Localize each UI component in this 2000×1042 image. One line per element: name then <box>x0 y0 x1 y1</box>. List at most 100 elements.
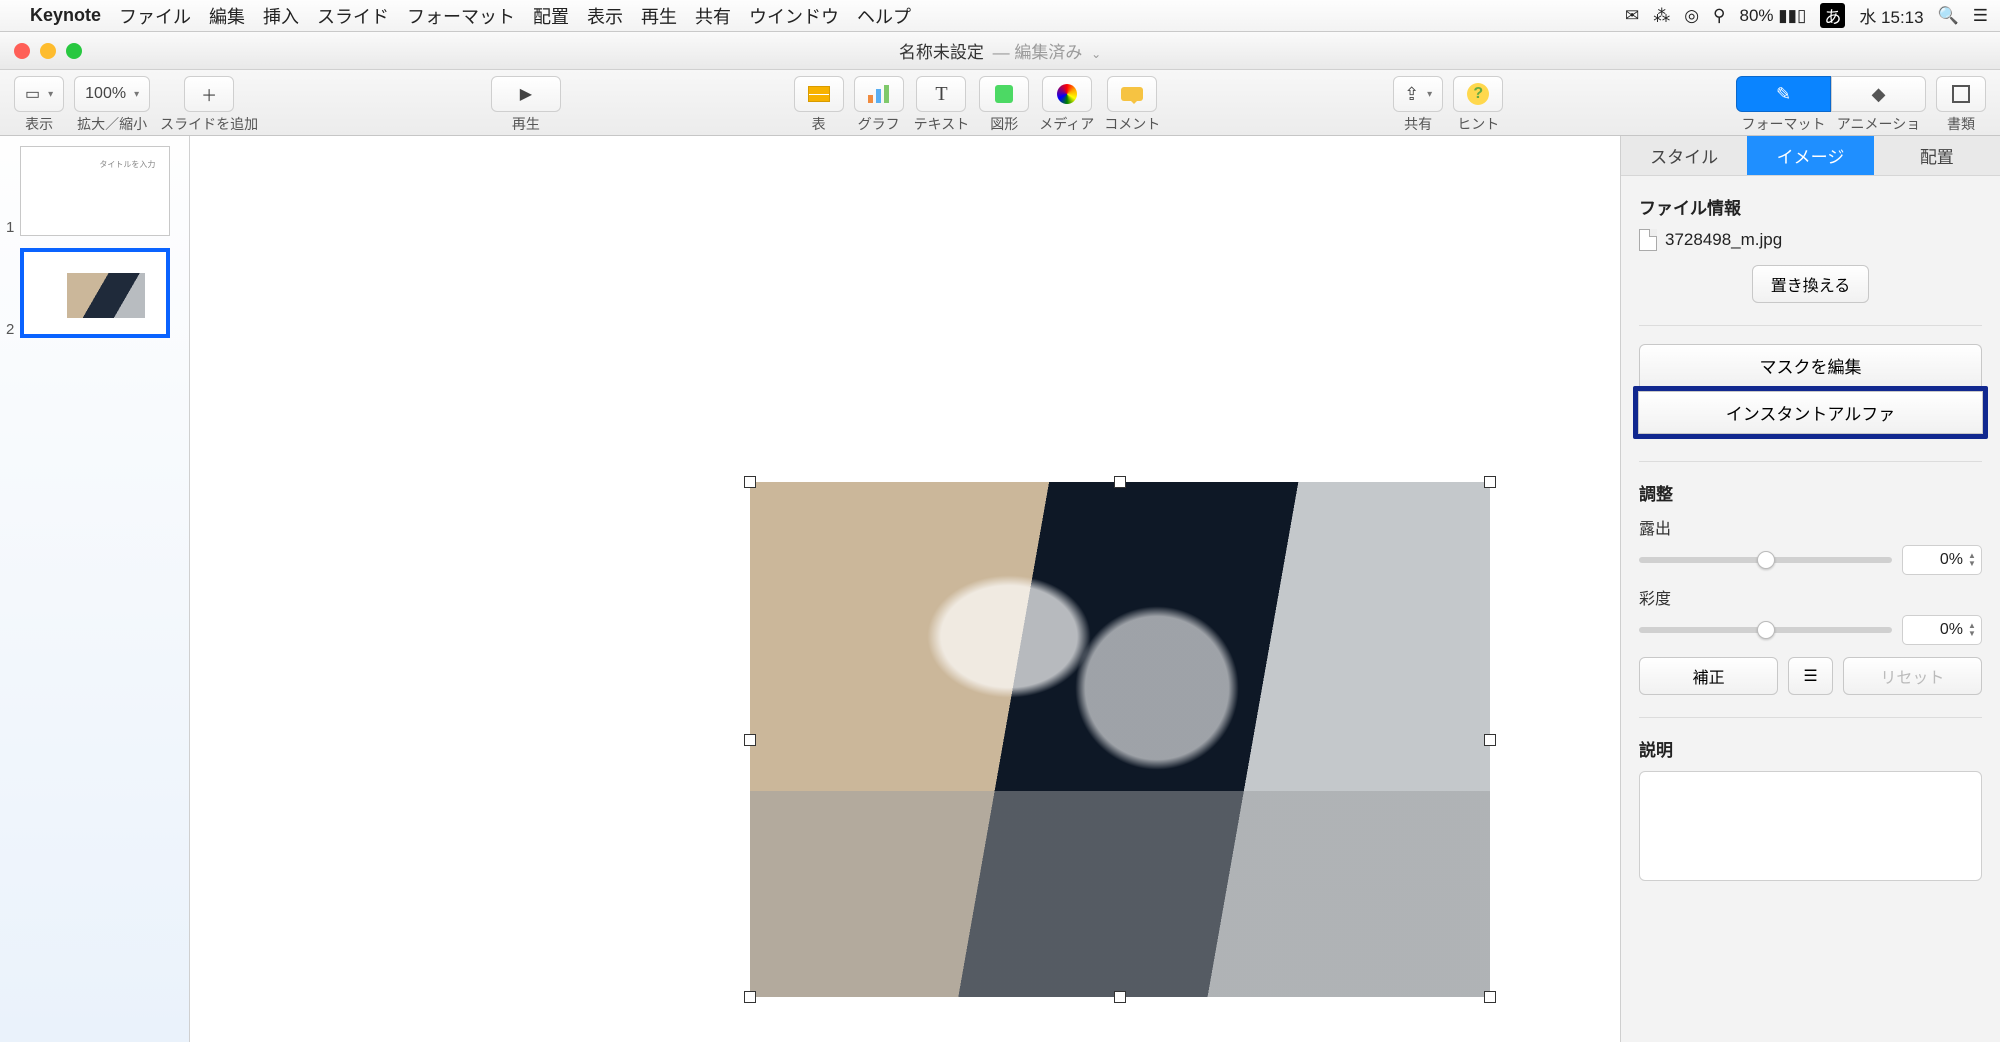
menu-slide[interactable]: スライド <box>317 3 389 29</box>
share-icon: ⇪ <box>1404 84 1419 105</box>
reset-button[interactable]: リセット <box>1843 657 1982 695</box>
chart-label: グラフ <box>858 114 900 134</box>
shape-button[interactable] <box>979 76 1029 112</box>
animation-pane-button[interactable]: ◆ <box>1831 76 1926 112</box>
chart-button[interactable] <box>854 76 904 112</box>
shape-icon <box>995 85 1013 103</box>
help-icon: ? <box>1467 83 1489 105</box>
dropbox-icon[interactable]: ⁂ <box>1653 6 1670 26</box>
description-label: 説明 <box>1639 736 1982 761</box>
media-icon <box>1057 84 1077 104</box>
slide-number: 2 <box>6 321 14 338</box>
app-name[interactable]: Keynote <box>30 5 101 26</box>
file-icon <box>1639 229 1657 251</box>
slide-navigator[interactable]: 1 タイトルを入力 2 <box>0 136 190 1042</box>
edit-mask-button[interactable]: マスクを編集 <box>1639 344 1982 386</box>
saturation-value[interactable]: 0%▲▼ <box>1902 615 1982 645</box>
window-zoom[interactable] <box>66 43 82 59</box>
stepper-icon[interactable]: ▲▼ <box>1965 618 1979 642</box>
exposure-value[interactable]: 0%▲▼ <box>1902 545 1982 575</box>
shape-label: 図形 <box>990 114 1018 134</box>
menu-share[interactable]: 共有 <box>695 3 731 29</box>
resize-handle-tr[interactable] <box>1484 476 1496 488</box>
add-slide-label: スライドを追加 <box>160 114 258 134</box>
hint-button[interactable]: ? <box>1453 76 1503 112</box>
comment-icon <box>1121 87 1143 101</box>
instant-alpha-button[interactable]: インスタントアルファ <box>1638 391 1983 434</box>
document-label: 書類 <box>1947 114 1975 134</box>
inspector-tab-style[interactable]: スタイル <box>1621 136 1747 175</box>
slide-thumb-2[interactable]: 2 <box>6 248 183 338</box>
menu-view[interactable]: 表示 <box>587 3 623 29</box>
resize-handle-tl[interactable] <box>744 476 756 488</box>
share-button[interactable]: ⇪ <box>1393 76 1443 112</box>
document-pane-button[interactable] <box>1936 76 1986 112</box>
menu-play[interactable]: 再生 <box>641 3 677 29</box>
exposure-label: 露出 <box>1639 515 1982 539</box>
menu-file[interactable]: ファイル <box>119 3 191 29</box>
table-button[interactable] <box>794 76 844 112</box>
view-button[interactable]: ▭ <box>14 76 64 112</box>
menu-format[interactable]: フォーマット <box>407 3 515 29</box>
zoom-button[interactable]: 100% <box>74 76 150 112</box>
view-label: 表示 <box>25 114 53 134</box>
safari-icon[interactable]: ◎ <box>1684 6 1699 26</box>
add-slide-button[interactable]: ＋ <box>184 76 234 112</box>
inspector-tab-image[interactable]: イメージ <box>1747 136 1873 175</box>
share-label: 共有 <box>1404 114 1432 134</box>
menu-window[interactable]: ウインドウ <box>749 3 839 29</box>
resize-handle-bm[interactable] <box>1114 991 1126 1003</box>
wifi-icon[interactable]: ⚲ <box>1713 6 1725 26</box>
adjust-settings-button[interactable]: ☰ <box>1788 657 1832 695</box>
menu-edit[interactable]: 編集 <box>209 3 245 29</box>
window-titlebar: 名称未設定 — 編集済み ⌄ <box>0 32 2000 70</box>
comment-button[interactable] <box>1107 76 1157 112</box>
paintbrush-icon: ✎ <box>1776 84 1791 105</box>
instant-alpha-highlight: インスタントアルファ <box>1633 386 1988 439</box>
spotlight-icon[interactable]: 🔍 <box>1938 6 1959 26</box>
resize-handle-mr[interactable] <box>1484 734 1496 746</box>
control-center-icon[interactable]: ☰ <box>1973 6 1988 26</box>
adjust-label: 調整 <box>1639 480 1982 505</box>
replace-button[interactable]: 置き換える <box>1752 265 1870 303</box>
inspector-tab-arrange[interactable]: 配置 <box>1874 136 2000 175</box>
text-button[interactable]: T <box>916 76 966 112</box>
stepper-icon[interactable]: ▲▼ <box>1965 548 1979 572</box>
ime-icon[interactable]: あ <box>1820 3 1845 28</box>
macos-menubar: Keynote ファイル 編集 挿入 スライド フォーマット 配置 表示 再生 … <box>0 0 2000 32</box>
menu-arrange[interactable]: 配置 <box>533 3 569 29</box>
file-info-row: 3728498_m.jpg <box>1639 229 1982 251</box>
comment-label: コメント <box>1104 114 1160 134</box>
resize-handle-bl[interactable] <box>744 991 756 1003</box>
format-inspector: スタイル イメージ 配置 ファイル情報 3728498_m.jpg 置き換える … <box>1620 136 2000 1042</box>
table-icon <box>808 86 830 102</box>
hint-label: ヒント <box>1457 114 1499 134</box>
play-button[interactable]: ▶ <box>491 76 561 112</box>
table-label: 表 <box>812 114 826 134</box>
animation-icon: ◆ <box>1872 84 1886 105</box>
resize-handle-tm[interactable] <box>1114 476 1126 488</box>
description-textarea[interactable] <box>1639 771 1982 881</box>
slide-canvas[interactable] <box>190 136 1620 1042</box>
selected-image[interactable] <box>750 482 1490 997</box>
menu-help[interactable]: ヘルプ <box>857 3 911 29</box>
resize-handle-br[interactable] <box>1484 991 1496 1003</box>
toolbar: ▭ 表示 100% 拡大／縮小 ＋ スライドを追加 ▶ 再生 表 グラフ Tテキ… <box>0 70 2000 136</box>
resize-handle-ml[interactable] <box>744 734 756 746</box>
window-close[interactable] <box>14 43 30 59</box>
document-title[interactable]: 名称未設定 — 編集済み ⌄ <box>899 38 1101 63</box>
window-minimize[interactable] <box>40 43 56 59</box>
text-label: テキスト <box>914 114 970 134</box>
exposure-slider[interactable] <box>1639 557 1892 563</box>
menu-insert[interactable]: 挿入 <box>263 3 299 29</box>
battery-status[interactable]: 80% ▮▮▯ <box>1739 6 1806 26</box>
enhance-button[interactable]: 補正 <box>1639 657 1778 695</box>
saturation-slider[interactable] <box>1639 627 1892 633</box>
clock[interactable]: 水 15:13 <box>1859 3 1923 28</box>
play-label: 再生 <box>512 114 540 134</box>
media-label: メディア <box>1039 114 1094 134</box>
gmail-icon[interactable]: ✉︎ <box>1625 6 1639 26</box>
slide-thumb-1[interactable]: 1 タイトルを入力 <box>6 146 183 236</box>
media-button[interactable] <box>1042 76 1092 112</box>
format-pane-button[interactable]: ✎ <box>1736 76 1831 112</box>
